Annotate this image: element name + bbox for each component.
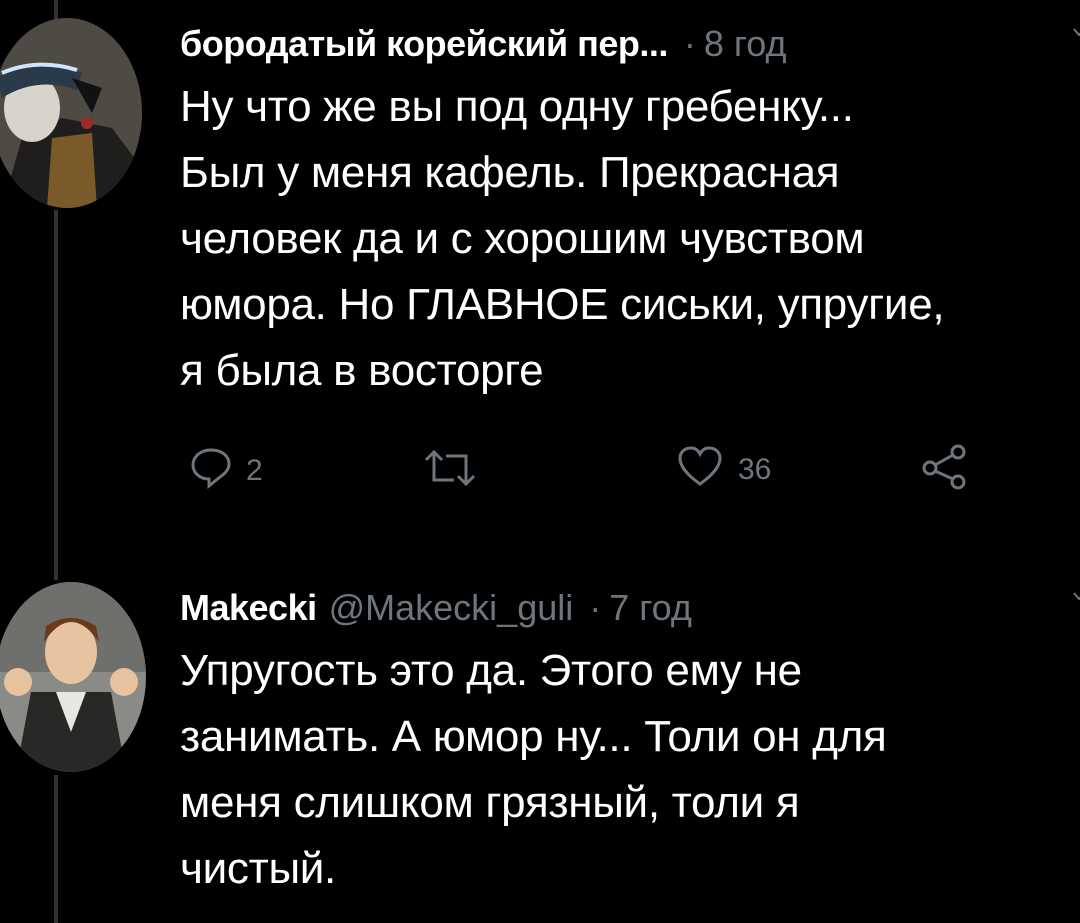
author-handle[interactable]: @Makecki_guli — [329, 587, 574, 629]
avatar-anime-character-icon — [0, 18, 142, 208]
heart-icon — [676, 444, 724, 496]
tweet-actions: 2 36 — [180, 438, 980, 498]
share-icon — [920, 442, 970, 500]
separator-dot: · — [683, 23, 696, 64]
like-count: 36 — [738, 453, 772, 486]
tweet-text: Упругость это да. Этого ему не занимать.… — [180, 638, 1080, 902]
tweet-text-line: Упругость это да. Этого ему не — [180, 646, 802, 695]
reply-icon — [188, 444, 234, 498]
tweet-text-line: чистый. — [180, 844, 336, 893]
avatar[interactable] — [0, 582, 146, 772]
retweet-button[interactable] — [420, 446, 480, 498]
reply-button[interactable]: 2 — [188, 444, 263, 498]
tweet-text-line: я была в восторге — [180, 346, 544, 395]
retweet-icon — [420, 446, 480, 498]
tweet-text-line: Был у меня кафель. Прекрасная — [180, 148, 840, 197]
chevron-down-icon[interactable] — [1072, 588, 1080, 601]
tweet-text-line: занимать. А юмор ну... Толи он для — [180, 712, 887, 761]
timestamp[interactable]: 7 год — [609, 587, 692, 629]
avatar[interactable] — [0, 18, 142, 208]
timestamp[interactable]: 8 год — [704, 23, 787, 65]
tweet-text: Ну что же вы под одну гребенку... Был у … — [180, 74, 1080, 404]
tweet-text-line: Ну что же вы под одну гребенку... — [180, 82, 854, 131]
share-button[interactable] — [920, 442, 970, 500]
tweet[interactable]: Makecki @Makecki_guli · 7 год Упругость … — [0, 580, 1080, 923]
author-name[interactable]: бородатый корейский пер... — [180, 23, 668, 65]
separator-dot: · — [589, 587, 602, 628]
avatar-cartoon-character-icon — [0, 582, 146, 772]
tweet-text-line: человек да и с хорошим чувством — [180, 214, 865, 263]
like-button[interactable]: 36 — [676, 444, 771, 496]
reply-count: 2 — [246, 454, 263, 487]
tweet-text-line: юмора. Но ГЛАВНОЕ сиськи, упругие, — [180, 280, 945, 329]
author-name[interactable]: Makecki — [180, 587, 317, 629]
chevron-down-icon[interactable] — [1072, 24, 1080, 37]
tweet-text-line: меня слишком грязный, толи я — [180, 778, 800, 827]
tweet[interactable]: бородатый корейский пер... · 8 год Ну чт… — [0, 0, 1080, 560]
